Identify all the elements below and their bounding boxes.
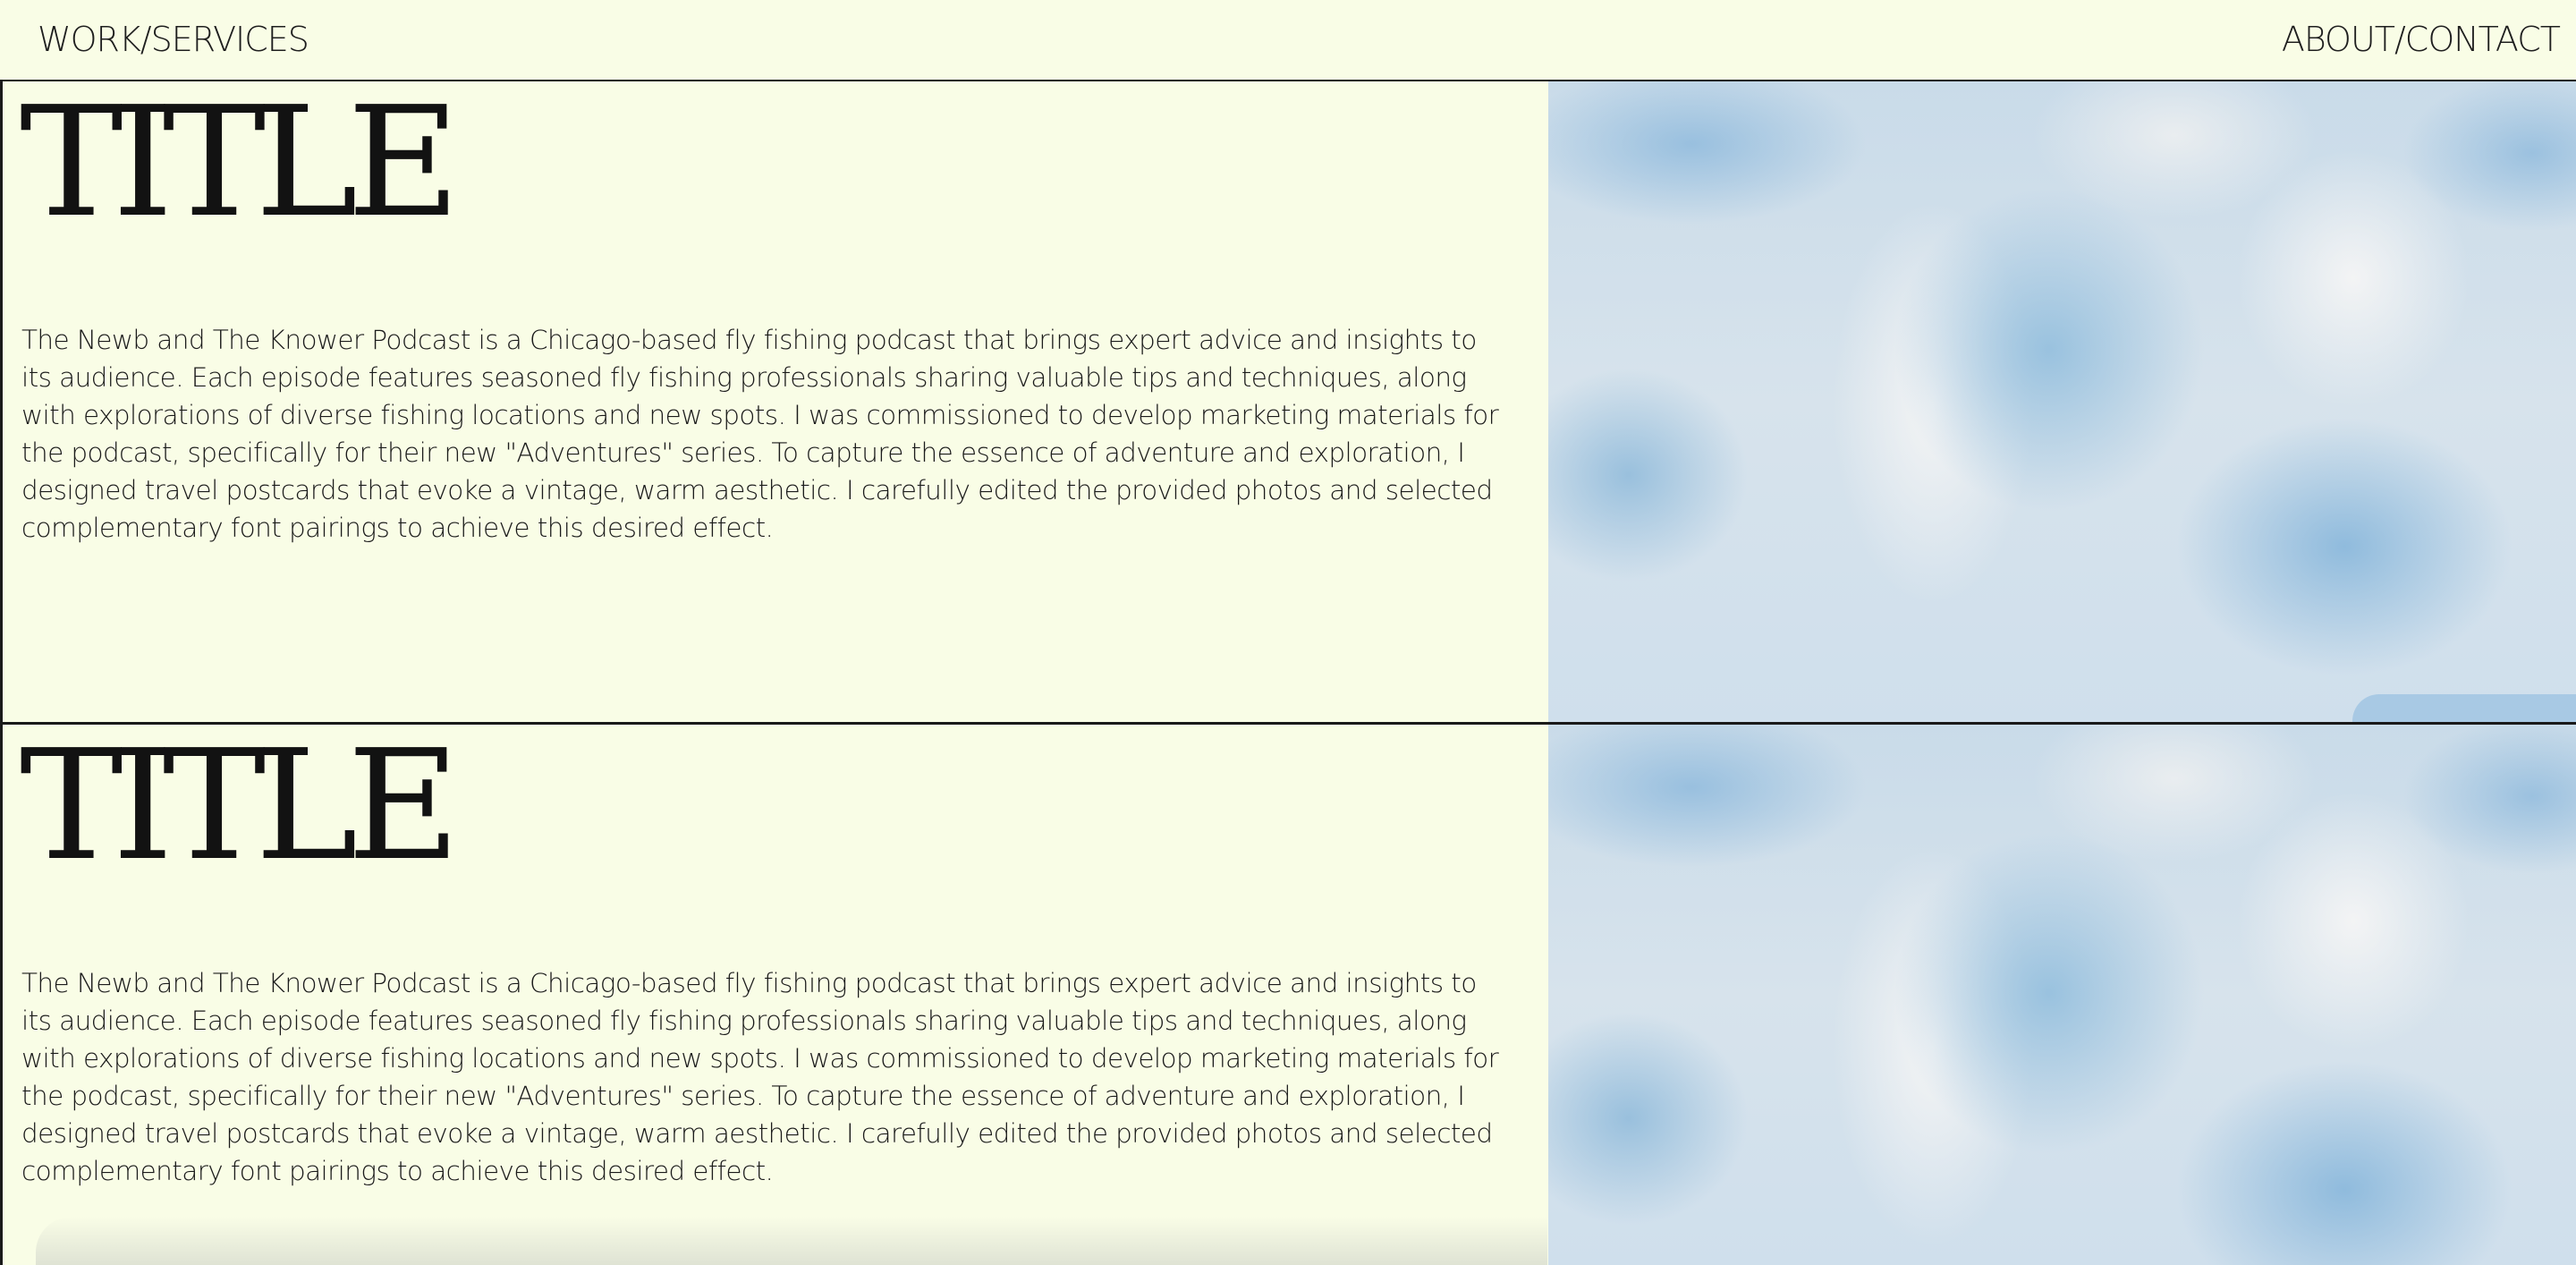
project-section: TITLE The Newb and The Knower Podcast is… xyxy=(0,725,2576,1265)
image-corner-tab xyxy=(2352,694,2576,722)
project-title: TITLE xyxy=(20,717,461,895)
project-title: TITLE xyxy=(20,74,461,251)
project-image-placeholder[interactable] xyxy=(1548,725,2576,1265)
project-image-placeholder[interactable] xyxy=(1548,81,2576,722)
bottom-scroll-shadow xyxy=(36,1217,1547,1265)
nav-about-contact-link[interactable]: ABOUT/CONTACT xyxy=(2282,20,2561,59)
project-description: The Newb and The Knower Podcast is a Chi… xyxy=(21,968,1499,1186)
project-description: The Newb and The Knower Podcast is a Chi… xyxy=(21,325,1499,543)
site-header: WORK/SERVICES ABOUT/CONTACT xyxy=(0,0,2576,81)
project-section: TITLE The Newb and The Knower Podcast is… xyxy=(0,81,2576,725)
nav-work-services-link[interactable]: WORK/SERVICES xyxy=(38,20,309,59)
